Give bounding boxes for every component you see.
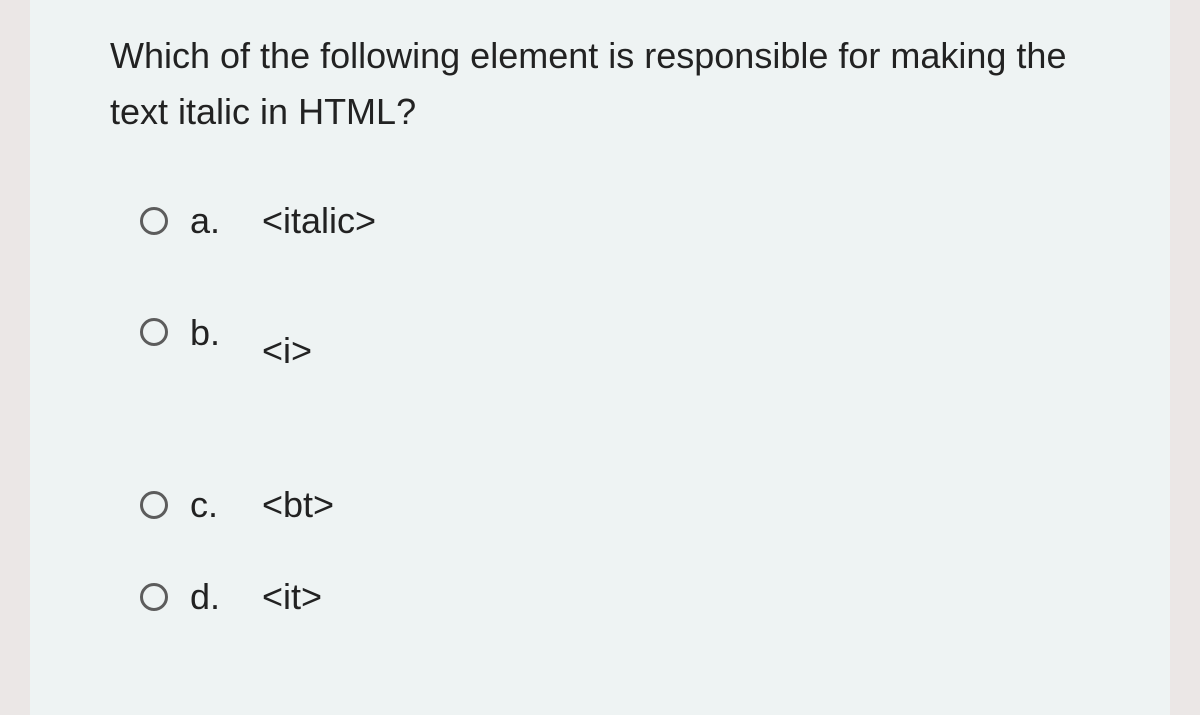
option-text: <italic> [262, 200, 376, 242]
radio-icon [140, 491, 168, 519]
option-text: <bt> [262, 484, 334, 526]
option-letter: a. [190, 200, 240, 242]
option-d[interactable]: d. <it> [140, 576, 1090, 618]
radio-icon [140, 207, 168, 235]
option-text: <it> [262, 576, 322, 618]
option-text: <i> [262, 330, 312, 372]
radio-icon [140, 583, 168, 611]
option-c[interactable]: c. <bt> [140, 484, 1090, 526]
radio-icon [140, 318, 168, 346]
option-a[interactable]: a. <italic> [140, 200, 1090, 242]
option-letter: d. [190, 576, 240, 618]
options-list: a. <italic> b. <i> c. <bt> d. <it> [110, 200, 1090, 618]
option-letter: b. [190, 312, 240, 354]
option-b[interactable]: b. <i> [140, 312, 1090, 354]
option-letter: c. [190, 484, 240, 526]
question-text: Which of the following element is respon… [110, 28, 1090, 140]
question-card: Which of the following element is respon… [30, 0, 1170, 715]
